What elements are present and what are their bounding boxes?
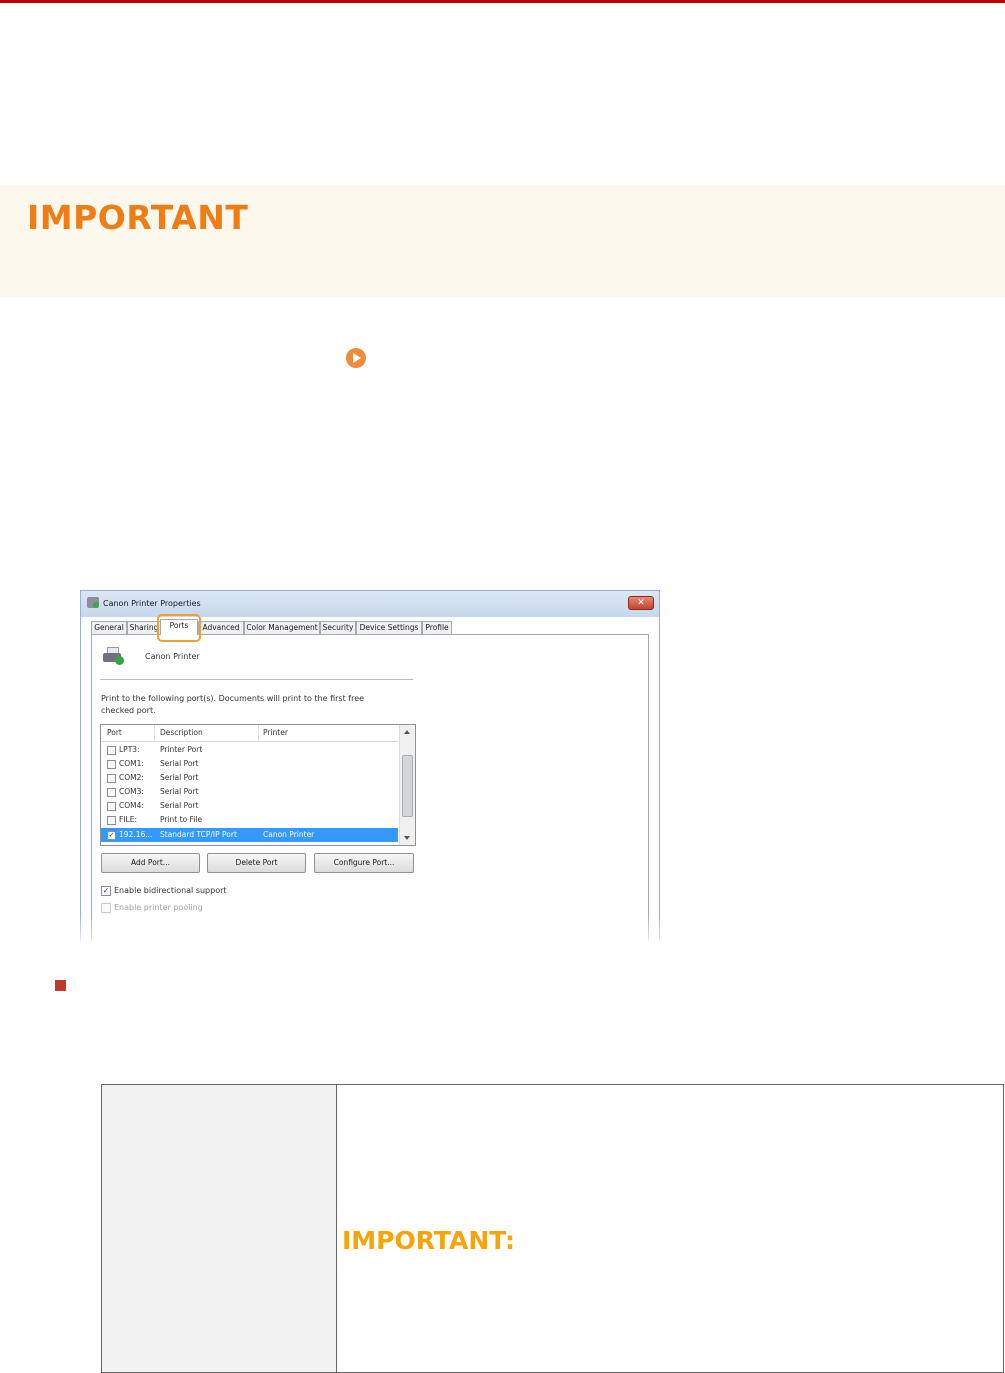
port-checkbox[interactable]: ✓ — [107, 831, 116, 840]
divider — [100, 679, 413, 680]
port-checkbox[interactable] — [107, 802, 116, 811]
port-list-header: Port Description Printer — [101, 725, 398, 742]
column-header-printer[interactable]: Printer — [263, 728, 288, 737]
info-table: IMPORTANT: — [101, 1084, 1004, 1373]
tab-sharing[interactable]: Sharing — [127, 621, 161, 634]
important-label: IMPORTANT: — [342, 1226, 515, 1255]
column-header-port[interactable]: Port — [107, 728, 122, 737]
section-bullet-icon — [55, 980, 66, 991]
printer-icon — [87, 597, 99, 608]
configure-port-button[interactable]: Configure Port... — [314, 853, 414, 873]
scroll-up-icon[interactable] — [404, 730, 410, 734]
screenshot-fade — [70, 915, 670, 950]
printer-name: Canon Printer — [145, 652, 200, 661]
important-heading: IMPORTANT — [27, 198, 249, 237]
tab-general[interactable]: General — [91, 621, 127, 634]
port-checkbox[interactable] — [107, 816, 116, 825]
list-item[interactable]: COM1: Serial Port — [101, 757, 398, 771]
ports-tab-highlight — [157, 614, 201, 642]
port-description: Standard TCP/IP Port — [160, 830, 237, 839]
tab-device-settings[interactable]: Device Settings — [356, 621, 422, 634]
port-checkbox[interactable] — [107, 774, 116, 783]
close-button[interactable]: ✕ — [628, 596, 654, 610]
pooling-label: Enable printer pooling — [114, 903, 203, 912]
printer-icon — [103, 647, 125, 665]
tab-advanced[interactable]: Advanced — [198, 621, 244, 634]
list-item[interactable]: COM2: Serial Port — [101, 771, 398, 785]
table-label-cell — [102, 1085, 337, 1372]
instruction-text: Print to the following port(s). Document… — [101, 694, 365, 703]
instruction-text: checked port. — [101, 706, 156, 715]
delete-port-button[interactable]: Delete Port — [207, 853, 306, 873]
port-description: Serial Port — [160, 801, 199, 810]
port-list[interactable]: Port Description Printer LPT3: Printer P… — [100, 724, 416, 846]
link-arrow-icon[interactable] — [346, 348, 366, 368]
port-list-scrollbar[interactable] — [399, 725, 415, 845]
port-name: COM3: — [119, 787, 144, 796]
port-description: Printer Port — [160, 745, 203, 754]
port-description: Print to File — [160, 815, 203, 824]
port-description: Serial Port — [160, 759, 199, 768]
pooling-checkbox — [101, 903, 111, 913]
port-name: COM1: — [119, 759, 144, 768]
port-name: LPT3: — [119, 745, 140, 754]
port-checkbox[interactable] — [107, 760, 116, 769]
list-item[interactable]: COM4: Serial Port — [101, 799, 398, 813]
tab-profile[interactable]: Profile — [422, 621, 452, 634]
port-printer: Canon Printer — [263, 830, 315, 839]
bidirectional-label: Enable bidirectional support — [114, 886, 227, 895]
tab-security[interactable]: Security — [320, 621, 356, 634]
port-name: FILE: — [119, 815, 137, 824]
dialog-title: Canon Printer Properties — [103, 599, 201, 608]
top-rule — [0, 0, 1005, 3]
port-checkbox[interactable] — [107, 788, 116, 797]
port-name: COM2: — [119, 773, 144, 782]
tab-color-management[interactable]: Color Management — [244, 621, 320, 634]
bidirectional-checkbox[interactable]: ✓ — [101, 886, 111, 896]
port-description: Serial Port — [160, 787, 199, 796]
port-name: 192.16... — [119, 830, 153, 839]
scroll-thumb[interactable] — [402, 755, 413, 817]
port-name: COM4: — [119, 801, 144, 810]
port-checkbox[interactable] — [107, 746, 116, 755]
scroll-down-icon[interactable] — [404, 836, 410, 840]
add-port-button[interactable]: Add Port... — [101, 853, 200, 873]
list-item-selected[interactable]: ✓ 192.16... Standard TCP/IP Port Canon P… — [101, 828, 398, 842]
column-header-description[interactable]: Description — [160, 728, 203, 737]
list-item[interactable]: FILE: Print to File — [101, 813, 398, 827]
port-description: Serial Port — [160, 773, 199, 782]
list-item[interactable]: LPT3: Printer Port — [101, 743, 398, 757]
list-item[interactable]: COM3: Serial Port — [101, 785, 398, 799]
